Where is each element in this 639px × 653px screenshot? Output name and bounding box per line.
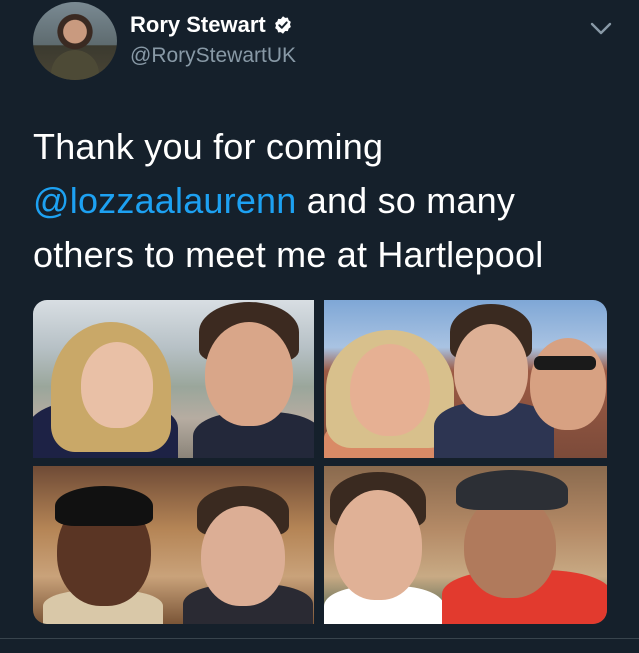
- photo-2[interactable]: [324, 300, 607, 458]
- verified-badge-icon: [274, 16, 291, 34]
- divider: [0, 638, 639, 639]
- mention-link[interactable]: @lozzaalaurenn: [33, 180, 297, 221]
- tweet-text: Thank you for coming @lozzaalaurenn and …: [33, 120, 623, 282]
- cap: [456, 470, 568, 510]
- author-handle[interactable]: @RoryStewartUK: [130, 44, 296, 68]
- photo-3[interactable]: [33, 466, 314, 624]
- photo-1-face-2: [205, 322, 293, 426]
- author-name-row: Rory Stewart: [130, 12, 293, 38]
- tweet-text-line-3: others to meet me at Hartlepool: [33, 234, 544, 275]
- media-grid: [33, 300, 607, 624]
- durag: [55, 486, 153, 526]
- photo-2-face: [350, 344, 430, 436]
- photo-4[interactable]: [324, 466, 607, 624]
- tweet-text-line-2: and so many: [296, 180, 516, 221]
- photo-4-face: [334, 490, 422, 600]
- author-display-name[interactable]: Rory Stewart: [130, 12, 266, 38]
- photo-1-face: [81, 342, 153, 428]
- chevron-down-icon[interactable]: [590, 22, 612, 36]
- avatar-torso: [51, 50, 99, 80]
- photo-2-face-3: [530, 338, 606, 430]
- photo-2-face-2: [454, 324, 528, 416]
- photo-1[interactable]: [33, 300, 314, 458]
- photo-3-face-2: [201, 506, 285, 606]
- tweet[interactable]: Rory Stewart @RoryStewartUK Thank you fo…: [0, 0, 639, 653]
- sunglasses: [534, 356, 596, 370]
- avatar[interactable]: [33, 2, 117, 80]
- tweet-text-line-1: Thank you for coming: [33, 126, 384, 167]
